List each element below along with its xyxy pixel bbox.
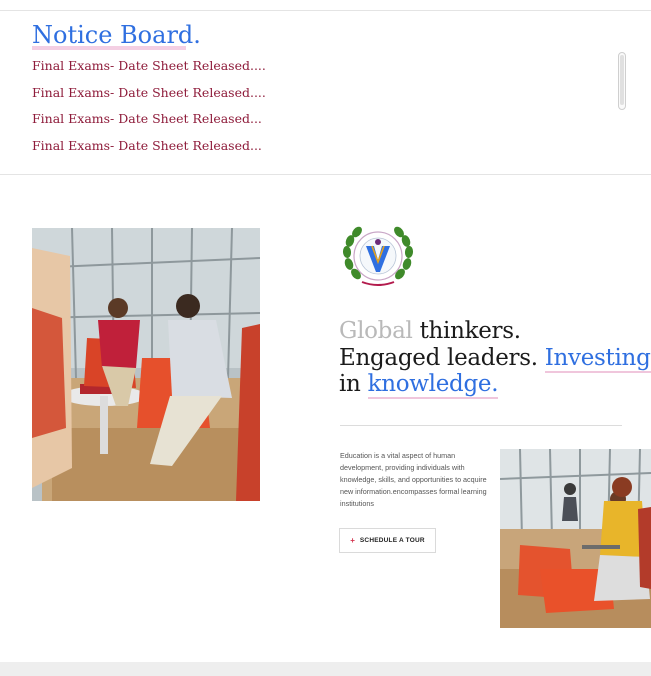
headline-divider xyxy=(340,425,622,426)
hero-description: Education is a vital aspect of human dev… xyxy=(340,451,487,508)
notice-item[interactable]: Final Exams- Date Sheet Released.... xyxy=(32,83,266,110)
notice-item[interactable]: Final Exams- Date Sheet Released... xyxy=(32,136,266,163)
notice-board-title: Notice Board. xyxy=(32,21,201,50)
footer-band xyxy=(0,662,651,676)
students-lounge-photo xyxy=(32,228,260,501)
section-divider xyxy=(0,174,651,175)
notice-list: Final Exams- Date Sheet Released.... Fin… xyxy=(32,56,266,162)
notice-scrollbar[interactable] xyxy=(618,52,626,110)
notice-item[interactable]: Final Exams- Date Sheet Released.... xyxy=(32,56,266,83)
student-laptop-photo xyxy=(500,449,651,628)
scrollbar-thumb[interactable] xyxy=(620,55,624,105)
plus-icon: + xyxy=(350,536,355,545)
headline-link: knowledge. xyxy=(367,371,499,399)
notice-item[interactable]: Final Exams- Date Sheet Released... xyxy=(32,109,266,136)
headline-link: Investing xyxy=(544,344,651,373)
hero-headline: Global thinkers. Engaged leaders. Investi… xyxy=(339,318,651,399)
top-divider xyxy=(0,10,651,11)
school-logo xyxy=(340,222,416,292)
schedule-tour-button[interactable]: + SCHEDULE A TOUR xyxy=(339,528,436,553)
